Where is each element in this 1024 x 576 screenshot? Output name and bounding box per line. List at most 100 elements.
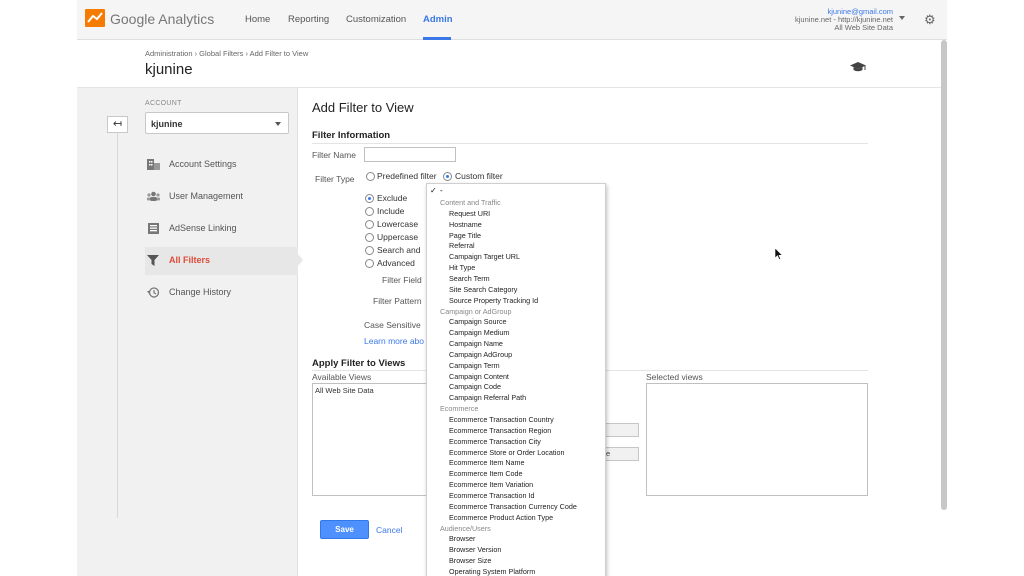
- custom-filter-label[interactable]: Custom filter: [455, 171, 503, 181]
- chevron-down-icon[interactable]: [899, 16, 905, 20]
- active-nav-indicator: [423, 37, 451, 40]
- search-replace-radio[interactable]: [365, 246, 374, 255]
- account-view[interactable]: All Web Site Data: [834, 23, 893, 32]
- dropdown-option[interactable]: Campaign AdGroup: [449, 350, 512, 359]
- nav-customization[interactable]: Customization: [346, 14, 406, 25]
- account-select-value: kjunine: [151, 119, 183, 129]
- dropdown-group-label: Campaign or AdGroup: [440, 306, 512, 316]
- sidebar-item-label: User Management: [169, 191, 244, 201]
- search-replace-label[interactable]: Search and: [377, 245, 420, 255]
- dropdown-option[interactable]: Hit Type: [449, 263, 475, 272]
- dropdown-option[interactable]: Ecommerce Item Name: [449, 458, 525, 467]
- exclude-radio[interactable]: [365, 194, 374, 203]
- cancel-link[interactable]: Cancel: [376, 525, 402, 535]
- google-analytics-logo-icon[interactable]: [85, 9, 105, 27]
- dropdown-option[interactable]: Search Term: [449, 274, 490, 283]
- sidebar-item-change-history[interactable]: Change History: [145, 279, 298, 307]
- selected-views-label: Selected views: [646, 372, 703, 382]
- dropdown-option[interactable]: Browser Version: [449, 545, 501, 554]
- sidebar-item-all-filters[interactable]: All Filters: [145, 247, 298, 275]
- dropdown-option[interactable]: Campaign Target URL: [449, 252, 520, 261]
- brand-name[interactable]: Google Analytics: [110, 11, 214, 27]
- section-divider: [312, 143, 868, 144]
- dropdown-option[interactable]: Browser: [449, 534, 475, 543]
- advanced-radio[interactable]: [365, 259, 374, 268]
- filter-icon: [147, 255, 159, 266]
- include-radio[interactable]: [365, 207, 374, 216]
- lowercase-radio[interactable]: [365, 220, 374, 229]
- nav-reporting[interactable]: Reporting: [288, 14, 329, 25]
- account-select[interactable]: kjunine: [145, 112, 289, 134]
- dropdown-option[interactable]: Campaign Term: [449, 361, 500, 370]
- nav-admin[interactable]: Admin: [423, 14, 453, 25]
- graduation-cap-icon[interactable]: [850, 61, 866, 73]
- dropdown-option[interactable]: Ecommerce Transaction Country: [449, 415, 554, 424]
- filter-name-input[interactable]: [364, 147, 456, 162]
- dropdown-option[interactable]: Ecommerce Item Variation: [449, 480, 533, 489]
- dropdown-group-label: Audience/Users: [440, 523, 491, 533]
- checkmark-icon: ✓: [430, 186, 437, 195]
- dropdown-option[interactable]: Campaign Code: [449, 382, 501, 391]
- dropdown-option[interactable]: Ecommerce Transaction City: [449, 437, 541, 446]
- dropdown-option[interactable]: Ecommerce Transaction Id: [449, 491, 534, 500]
- dropdown-option[interactable]: Campaign Source: [449, 317, 507, 326]
- page-scrollbar[interactable]: [941, 40, 947, 510]
- sidebar-item-label: AdSense Linking: [169, 223, 237, 233]
- back-arrow-icon[interactable]: ↤: [107, 116, 128, 133]
- available-views-list[interactable]: All Web Site Data: [312, 383, 428, 496]
- left-margin: [0, 0, 77, 576]
- dropdown-selected-option[interactable]: -: [440, 186, 443, 195]
- selected-views-list[interactable]: [646, 383, 868, 496]
- account-label: ACCOUNT: [145, 100, 182, 107]
- adsense-icon: [148, 223, 159, 234]
- include-label[interactable]: Include: [377, 206, 404, 216]
- dropdown-option[interactable]: Request URI: [449, 209, 490, 218]
- learn-more-link[interactable]: Learn more abo: [364, 336, 424, 346]
- gear-icon[interactable]: ⚙: [924, 12, 936, 28]
- sidebar-item-user-management[interactable]: User Management: [145, 183, 298, 211]
- breadcrumb[interactable]: Administration › Global Filters › Add Fi…: [145, 49, 308, 58]
- dropdown-option[interactable]: Campaign Name: [449, 339, 503, 348]
- filter-field-dropdown[interactable]: ✓ - Content and Traffic Request URI Hostna…: [426, 183, 606, 576]
- dropdown-option[interactable]: Operating System Platform: [449, 567, 535, 576]
- sidebar-item-account-settings[interactable]: Account Settings: [145, 151, 298, 179]
- sidebar-item-adsense-linking[interactable]: AdSense Linking: [145, 215, 298, 243]
- dropdown-option[interactable]: Ecommerce Item Code: [449, 469, 523, 478]
- dropdown-option[interactable]: Referral: [449, 241, 475, 250]
- advanced-label[interactable]: Advanced: [377, 258, 415, 268]
- list-item[interactable]: All Web Site Data: [315, 386, 374, 395]
- save-button[interactable]: Save: [320, 520, 369, 539]
- uppercase-label[interactable]: Uppercase: [377, 232, 418, 242]
- case-sensitive-label: Case Sensitive: [364, 320, 421, 330]
- users-icon: [147, 191, 160, 201]
- dropdown-option[interactable]: Page Title: [449, 231, 481, 240]
- uppercase-radio[interactable]: [365, 233, 374, 242]
- dropdown-option[interactable]: Campaign Medium: [449, 328, 509, 337]
- custom-filter-radio[interactable]: [443, 172, 452, 181]
- dropdown-option[interactable]: Ecommerce Transaction Currency Code: [449, 502, 577, 511]
- dropdown-option[interactable]: Ecommerce Store or Order Location: [449, 448, 564, 457]
- page-title: kjunine: [145, 61, 193, 78]
- dropdown-option[interactable]: Campaign Content: [449, 372, 509, 381]
- dropdown-option[interactable]: Site Search Category: [449, 285, 517, 294]
- sidebar-item-label: All Filters: [169, 255, 211, 265]
- dropdown-option[interactable]: Hostname: [449, 220, 482, 229]
- dropdown-option[interactable]: Campaign Referral Path: [449, 393, 526, 402]
- dropdown-option[interactable]: Ecommerce Transaction Region: [449, 426, 551, 435]
- dropdown-option[interactable]: Source Property Tracking Id: [449, 296, 538, 305]
- exclude-label[interactable]: Exclude: [377, 193, 407, 203]
- lowercase-label[interactable]: Lowercase: [377, 219, 418, 229]
- predefined-filter-label[interactable]: Predefined filter: [377, 171, 437, 181]
- dropdown-option[interactable]: Ecommerce Product Action Type: [449, 513, 553, 522]
- filter-field-label: Filter Field: [382, 275, 422, 285]
- form-title: Add Filter to View: [312, 100, 414, 115]
- filter-pattern-label: Filter Pattern: [373, 296, 422, 306]
- active-item-pointer: [298, 254, 303, 266]
- dropdown-option[interactable]: Browser Size: [449, 556, 491, 565]
- sidebar-item-label: Change History: [169, 287, 232, 297]
- right-margin: [947, 0, 1024, 576]
- nav-home[interactable]: Home: [245, 14, 270, 25]
- dropdown-group-label: Ecommerce: [440, 404, 479, 414]
- filter-information-heading: Filter Information: [312, 130, 391, 141]
- predefined-filter-radio[interactable]: [366, 172, 375, 181]
